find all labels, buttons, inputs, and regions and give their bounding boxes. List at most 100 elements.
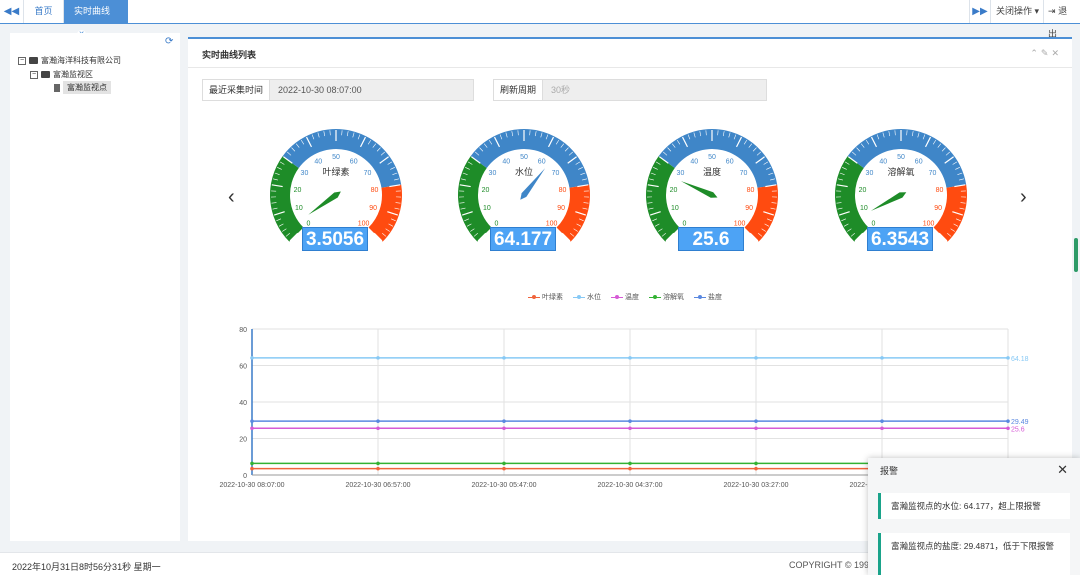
gauge-tick-label: 10 — [860, 205, 868, 212]
data-point — [250, 356, 254, 360]
gauge-tick-label: 60 — [538, 158, 546, 165]
legend-swatch — [694, 294, 706, 299]
data-point — [250, 426, 254, 431]
legend-item[interactable]: 温度 — [611, 292, 639, 302]
gauge-band — [270, 156, 304, 242]
gauge-tick-label: 90 — [745, 205, 753, 212]
data-point — [250, 466, 254, 471]
collapse-panel-icon[interactable]: ⌃ — [1030, 48, 1041, 58]
close-panel-icon[interactable]: ✕ — [1051, 48, 1062, 58]
legend-item[interactable]: 溶解氧 — [649, 292, 684, 302]
data-point — [1006, 419, 1010, 423]
gauge-band — [847, 129, 967, 188]
gauge-needle — [308, 191, 341, 215]
gauge-tick-label: 50 — [332, 154, 340, 161]
gauge-tick-label: 90 — [557, 205, 565, 212]
close-operations-label: 关闭操作 — [996, 6, 1033, 16]
gauge-tick-label: 40 — [502, 158, 510, 165]
gauge-tick-label: 70 — [929, 170, 937, 177]
gauge-band — [658, 129, 778, 188]
file-icon — [54, 83, 60, 92]
series-end-label: 25.6 — [1011, 426, 1025, 433]
gauge-band — [470, 129, 590, 188]
refresh-period-label: 刷新周期 — [494, 80, 544, 100]
logout-button[interactable]: ⇥ 退出 — [1044, 0, 1080, 39]
tree-panel: ⟳ − 富瀚海洋科技有限公司 − 富瀚监视区 富瀚监视点 — [10, 33, 180, 541]
data-point — [1006, 426, 1010, 431]
tree-node-area-label: 富瀚监视区 — [53, 70, 93, 79]
top-bar: ◀◀ 首页 实时曲线✕ ▶▶ 关闭操作 ▾ ⇥ 退出 — [0, 0, 1080, 40]
x-tick-label: 2022-10-30 06:57:00 — [346, 482, 411, 487]
data-point — [628, 426, 632, 431]
data-point — [754, 426, 758, 431]
folder-icon — [41, 71, 50, 78]
alarm-item[interactable]: 富瀚监视点的盐度: 29.4871，低于下限报警 — [878, 533, 1070, 575]
data-point — [628, 356, 632, 360]
close-icon[interactable]: ✕ — [1057, 462, 1068, 478]
legend-swatch — [611, 294, 623, 299]
data-point — [880, 426, 884, 431]
logout-icon: ⇥ — [1048, 6, 1056, 16]
data-point — [250, 419, 254, 423]
data-point — [754, 356, 758, 360]
tree-node-area[interactable]: − 富瀚监视区 — [30, 69, 93, 80]
carousel-prev-button[interactable]: ‹ — [228, 187, 235, 207]
collect-time-field: 最近采集时间 2022-10-30 08:07:00 — [202, 79, 474, 101]
collapse-icon[interactable]: − — [18, 56, 26, 65]
refresh-period-field: 刷新周期 30秒 — [493, 79, 767, 101]
data-point — [754, 461, 758, 466]
gauge-tick-label: 60 — [915, 158, 923, 165]
data-point — [502, 426, 506, 431]
gauge-needle — [680, 181, 718, 198]
data-point — [628, 466, 632, 471]
gauge-value: 3.5056 — [302, 227, 368, 251]
gauge-band — [646, 156, 680, 242]
alarm-header: 报警 ✕ — [868, 458, 1080, 482]
tree-node-company[interactable]: − 富瀚海洋科技有限公司 — [18, 55, 121, 66]
tree-node-company-label: 富瀚海洋科技有限公司 — [41, 56, 121, 65]
alarm-item[interactable]: 富瀚监视点的水位: 64.177，超上限报警 — [878, 493, 1070, 519]
scroll-left-icon[interactable]: ◀◀ — [0, 0, 24, 23]
footer-datetime: 2022年10月31日8时56分31秒 星期一 — [12, 562, 161, 572]
legend-swatch — [573, 294, 585, 299]
gauge-name: 水位 — [515, 166, 533, 177]
scroll-right-icon[interactable]: ▶▶ — [969, 0, 991, 23]
data-point — [376, 461, 380, 466]
collect-time-value: 2022-10-30 08:07:00 — [270, 80, 473, 100]
gauge-tick-label: 80 — [559, 187, 567, 194]
gauge-tick-label: 10 — [295, 205, 303, 212]
wrench-icon[interactable]: ✎ — [1041, 48, 1052, 58]
legend-label: 盐度 — [708, 294, 722, 301]
gauge-tick-label: 40 — [314, 158, 322, 165]
refresh-period-value: 30秒 — [543, 80, 766, 100]
tab-home[interactable]: 首页 — [24, 0, 64, 23]
tree-node-point[interactable]: 富瀚监视点 — [54, 81, 111, 94]
gauge-tick-label: 90 — [369, 205, 377, 212]
panel-title: 实时曲线列表 — [202, 50, 257, 60]
scrollbar-thumb[interactable] — [1074, 238, 1078, 272]
panel-divider — [188, 67, 1072, 68]
legend-item[interactable]: 盐度 — [694, 292, 722, 302]
legend-item[interactable]: 水位 — [573, 292, 601, 302]
refresh-icon[interactable]: ⟳ — [165, 36, 173, 47]
data-point — [880, 419, 884, 423]
series-end-label: 29.49 — [1011, 419, 1029, 426]
gauge-tick-label: 10 — [671, 205, 679, 212]
data-point — [628, 419, 632, 423]
gauge-name: 温度 — [703, 166, 721, 177]
close-operations-dropdown[interactable]: 关闭操作 ▾ — [992, 0, 1045, 23]
panel-tools: ⌃✎✕ — [1030, 48, 1062, 59]
data-point — [376, 466, 380, 471]
gauge-name: 叶绿素 — [322, 166, 349, 177]
x-tick-label: 2022-10-30 05:47:00 — [472, 482, 537, 487]
gauge-tick-label: 50 — [897, 154, 905, 161]
data-point — [754, 419, 758, 423]
tree-node-point-label: 富瀚监视点 — [63, 81, 111, 94]
tab-realtime-curve[interactable]: 实时曲线✕ — [64, 0, 128, 40]
data-point — [502, 419, 506, 423]
legend-item[interactable]: 叶绿素 — [528, 292, 563, 302]
carousel-next-button[interactable]: › — [1020, 187, 1027, 207]
collapse-icon[interactable]: − — [30, 70, 38, 79]
gauge-tick-label: 30 — [677, 170, 685, 177]
gauge-tick-label: 80 — [371, 187, 379, 194]
